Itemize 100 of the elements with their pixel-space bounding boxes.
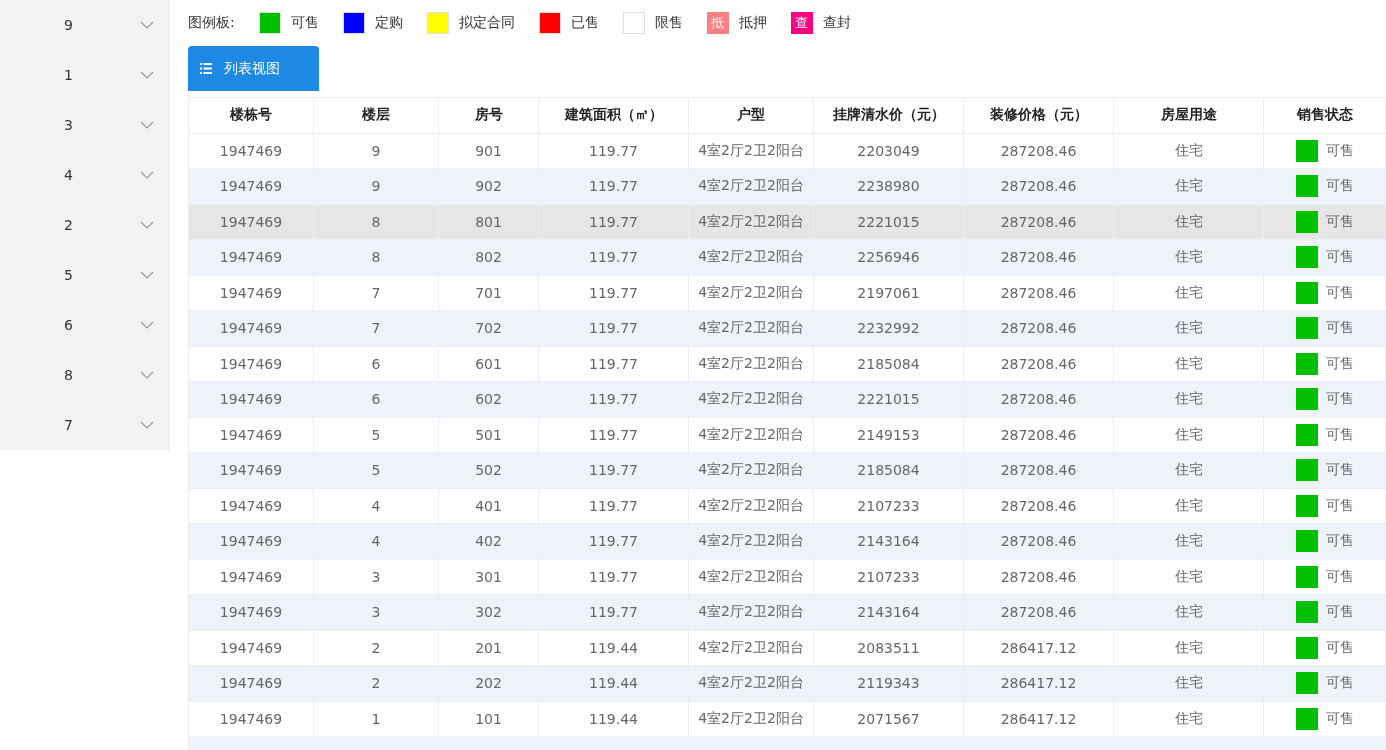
legend-badge: 抵 [706, 12, 729, 34]
table-row[interactable]: 1947469 8 801 119.77 4室2厅2卫2阳台 2221015 287208.46 住宅 可售 [189, 204, 1386, 240]
table-cell: 502 [439, 453, 539, 489]
table-row[interactable]: 1947469 7 702 119.77 4室2厅2卫2阳台 2232992 287208.46 住宅 可售 [189, 311, 1386, 347]
table-cell: 9 [314, 169, 439, 205]
table-cell: 住宅 [1114, 240, 1264, 276]
table-cell: 119.77 [539, 240, 689, 276]
legend-label: 查封 [822, 14, 851, 32]
table-cell: 2119343 [814, 666, 964, 702]
sidebar-item[interactable]: 1 [0, 50, 170, 100]
sidebar-item[interactable]: 5 [0, 250, 170, 300]
table-cell: 住宅 [1114, 382, 1264, 418]
column-header: 销售状态 [1264, 98, 1386, 134]
table-cell: 287208.46 [964, 240, 1114, 276]
table-cell: 2 [314, 666, 439, 702]
table-row[interactable]: 1947469 4 402 119.77 4室2厅2卫2阳台 2143164 287208.46 住宅 可售 [189, 524, 1386, 560]
chevron-icon [140, 321, 154, 329]
sidebar-item[interactable]: 8 [0, 350, 170, 400]
status-label: 可售 [1326, 603, 1354, 622]
table-cell: 1947469 [189, 595, 314, 631]
table-cell: 3 [314, 595, 439, 631]
legend-label: 拟定合同 [458, 14, 515, 32]
legend-label: 限售 [654, 14, 683, 32]
table-row[interactable]: 1947469 6 602 119.77 4室2厅2卫2阳台 2221015 287208.46 住宅 可售 [189, 382, 1386, 418]
table-row[interactable]: 1947469 5 502 119.77 4室2厅2卫2阳台 2185084 287208.46 住宅 可售 [189, 453, 1386, 489]
status-label: 可售 [1326, 567, 1354, 586]
status-label: 可售 [1326, 674, 1354, 693]
sidebar-item[interactable]: 9 [0, 0, 170, 50]
status-label: 可售 [1326, 141, 1354, 160]
table-row[interactable]: 1947469 3 302 119.77 4室2厅2卫2阳台 2143164 287208.46 住宅 可售 [189, 595, 1386, 631]
sidebar-item[interactable]: 3 [0, 100, 170, 150]
table-cell: 住宅 [1114, 453, 1264, 489]
table-cell: 2256946 [814, 240, 964, 276]
chevron-icon [140, 121, 154, 129]
table-cell: 202 [439, 666, 539, 702]
table-row[interactable]: 1947469 5 501 119.77 4室2厅2卫2阳台 2149153 287208.46 住宅 可售 [189, 417, 1386, 453]
column-header: 建筑面积（㎡） [539, 98, 689, 134]
table-row[interactable]: 1947469 2 202 119.44 4室2厅2卫2阳台 2119343 286417.12 住宅 可售 [189, 666, 1386, 702]
table-row[interactable]: 1947469 9 902 119.77 4室2厅2卫2阳台 2238980 287208.46 住宅 可售 [189, 169, 1386, 205]
table-cell: 119.77 [539, 311, 689, 347]
table-cell: 2232992 [814, 311, 964, 347]
column-header: 楼层 [314, 98, 439, 134]
legend-label: 可售 [290, 14, 319, 32]
status-label: 可售 [1326, 177, 1354, 196]
sidebar-item[interactable]: 4 [0, 150, 170, 200]
table-cell: 住宅 [1114, 311, 1264, 347]
table-row[interactable]: 1947469 6 601 119.77 4室2厅2卫2阳台 2185084 287208.46 住宅 可售 [189, 346, 1386, 382]
sidebar-item[interactable]: 2 [0, 200, 170, 250]
table-row[interactable]: 1947469 4 401 119.77 4室2厅2卫2阳台 2107233 287208.46 住宅 可售 [189, 488, 1386, 524]
column-header: 楼栋号 [189, 98, 314, 134]
table-cell: 702 [439, 311, 539, 347]
table-cell: 2221015 [814, 382, 964, 418]
table-cell: 287208.46 [964, 311, 1114, 347]
table-row[interactable]: 1947469 7 701 119.77 4室2厅2卫2阳台 2197061 287208.46 住宅 可售 [189, 275, 1386, 311]
table-cell: 302 [439, 595, 539, 631]
status-label: 可售 [1326, 461, 1354, 480]
legend-label: 定购 [374, 14, 403, 32]
table-cell: 287208.46 [964, 524, 1114, 560]
sidebar-item[interactable]: 7 [0, 400, 170, 450]
table-cell: 119.44 [539, 666, 689, 702]
table-row[interactable]: 1947469 8 802 119.77 4室2厅2卫2阳台 2256946 287208.46 住宅 可售 [189, 240, 1386, 276]
status-label: 可售 [1326, 425, 1354, 444]
table-cell: 8 [314, 240, 439, 276]
chevron-icon [140, 21, 154, 29]
chevron-icon [140, 421, 154, 429]
table-cell: 4室2厅2卫2阳台 [689, 240, 814, 276]
table-cell: 802 [439, 240, 539, 276]
table-cell: 602 [439, 382, 539, 418]
table-row[interactable]: 1947469 2 201 119.44 4室2厅2卫2阳台 2083511 286417.12 住宅 可售 [189, 630, 1386, 666]
table-cell: 2185084 [814, 453, 964, 489]
table-cell: 2143164 [814, 595, 964, 631]
table-row[interactable]: 1947469 3 301 119.77 4室2厅2卫2阳台 2107233 287208.46 住宅 可售 [189, 559, 1386, 595]
table-cell: 6 [314, 382, 439, 418]
column-header: 装修价格（元） [964, 98, 1114, 134]
table-cell: 4室2厅2卫2阳台 [689, 666, 814, 702]
table-cell: 4室2厅2卫2阳台 [689, 169, 814, 205]
table-cell: 住宅 [1114, 524, 1264, 560]
table-cell: 7 [314, 311, 439, 347]
table-row[interactable]: 1947469 9 901 119.77 4室2厅2卫2阳台 2203049 287208.46 住宅 可售 [189, 133, 1386, 169]
table-row[interactable]: 1947469 1 101 119.44 4室2厅2卫2阳台 2071567 286417.12 住宅 可售 [189, 701, 1386, 737]
chevron-icon [140, 371, 154, 379]
table-cell: 119.77 [539, 169, 689, 205]
chevron-icon [140, 171, 154, 179]
chevron-icon [140, 221, 154, 229]
table-cell: 4室2厅2卫2阳台 [689, 595, 814, 631]
table-cell: 4室2厅2卫2阳台 [689, 524, 814, 560]
status-label: 可售 [1326, 354, 1354, 373]
status-label: 可售 [1326, 390, 1354, 409]
list-icon [200, 63, 212, 74]
status-label: 可售 [1326, 212, 1354, 231]
table-cell: 287208.46 [964, 595, 1114, 631]
legend-badge: 查 [790, 12, 813, 34]
chevron-icon [140, 271, 154, 279]
status-label: 可售 [1326, 496, 1354, 515]
sidebar-item[interactable]: 6 [0, 300, 170, 350]
column-header: 挂牌清水价（元） [814, 98, 964, 134]
table-cell: 287208.46 [964, 453, 1114, 489]
table-cell: 119.77 [539, 595, 689, 631]
list-view-button[interactable]: 列表视图 [188, 46, 319, 91]
status-label: 可售 [1326, 248, 1354, 267]
